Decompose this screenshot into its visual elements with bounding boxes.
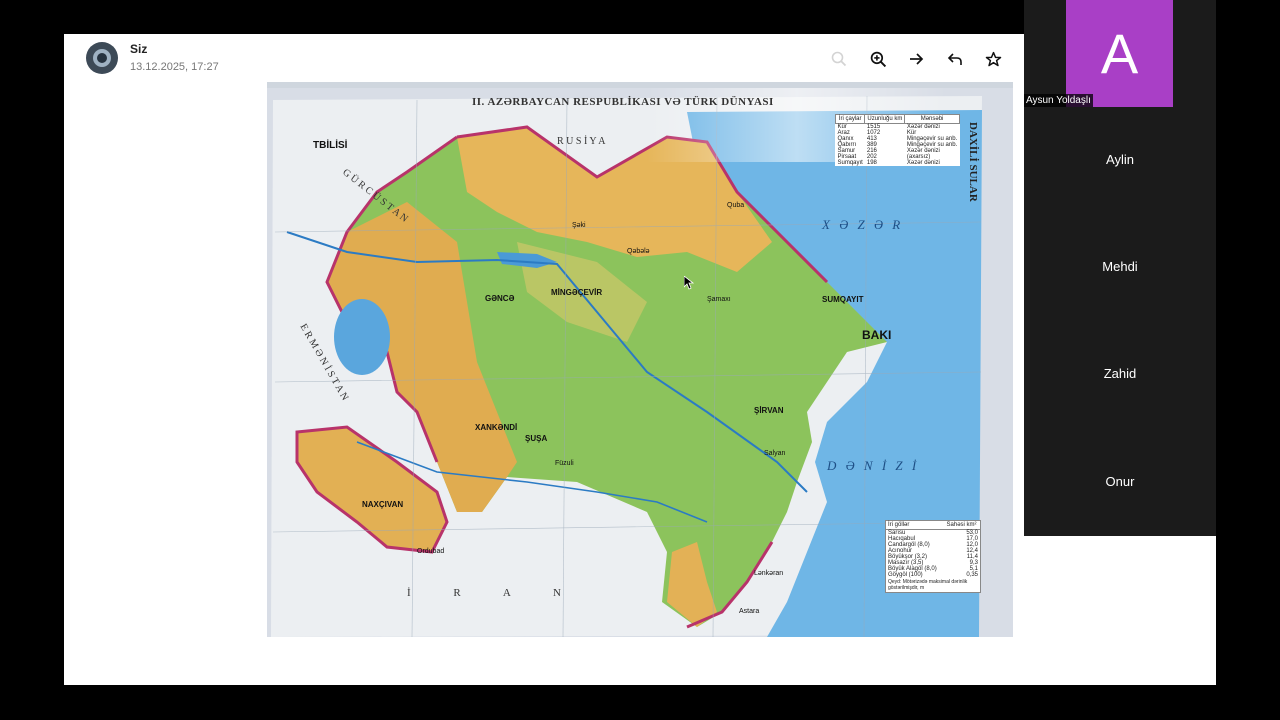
sea-label-caspian-2: D Ə N İ Z İ (827, 458, 920, 473)
participant-name: Aysun Yoldaşlı (1024, 94, 1093, 107)
lakes-table: İri göllər Sahəsi km² Sarısu 53,0 Hacıqab… (885, 520, 981, 593)
zoom-in-icon[interactable] (867, 48, 889, 70)
city-label: Şəki (572, 222, 586, 229)
country-label-iran: İ R A N (407, 587, 561, 599)
rivers-table: İri çaylar Uzunluğu km Mənsəbi Kür 1515 Xə… (834, 114, 960, 166)
participant-tile-active[interactable]: A (1066, 0, 1173, 107)
city-label: TBİLİSİ (313, 140, 348, 151)
city-label: XANKƏNDİ (475, 423, 518, 432)
city-label: Ordubad (417, 548, 445, 555)
participant-initial: A (1100, 22, 1139, 85)
mouse-cursor-icon (684, 276, 694, 290)
country-label-russia: R U S İ Y A (557, 136, 606, 147)
city-label: Qəbələ (627, 248, 650, 255)
lakes-table-header: Sahəsi km² (943, 521, 980, 530)
star-icon[interactable] (982, 48, 1004, 70)
sender-name: Siz (130, 42, 148, 56)
participant-name[interactable]: Zahid (1024, 366, 1216, 381)
rivers-table-header: Mənsəbi (904, 114, 960, 124)
participant-name[interactable]: Aylin (1024, 152, 1216, 167)
city-label: Füzuli (555, 460, 574, 467)
city-label: BAKI (862, 328, 892, 342)
message-timestamp: 13.12.2025, 17:27 (130, 61, 219, 73)
city-label: Lənkəran (754, 570, 784, 577)
forward-icon[interactable] (905, 48, 927, 70)
table-cell: 198 (866, 160, 877, 166)
city-label: SUMQAYIT (822, 295, 864, 304)
city-label: ŞİRVAN (754, 406, 784, 415)
rivers-table-header: İri çaylar (834, 114, 866, 124)
sea-label-caspian: X Ə Z Ə R (822, 217, 904, 232)
map-photo: II. AZƏRBAYCAN RESPUBLİKASI VƏ TÜRK DÜNY… (267, 82, 1013, 637)
city-label: Quba (727, 202, 745, 209)
city-label: NAXÇIVAN (362, 500, 404, 509)
city-label: Astara (739, 608, 760, 615)
reply-icon[interactable] (944, 48, 966, 70)
participant-name[interactable]: Onur (1024, 474, 1216, 489)
table-cell: Xəzər dənizi (906, 160, 940, 166)
city-label: GƏNCƏ (485, 294, 515, 303)
city-label: Salyan (764, 450, 786, 457)
rivers-table-header: Uzunluğu km (864, 114, 906, 124)
map-title: II. AZƏRBAYCAN RESPUBLİKASI VƏ TÜRK DÜNY… (472, 96, 774, 108)
table-cell: Sumqayıt (837, 160, 863, 166)
city-label: Şamaxı (707, 296, 731, 303)
lakes-table-note: Qeyd: Mötərizədə maksimal dərinlik göstə… (888, 579, 968, 591)
map-side-title: DAXİLİ SULAR (967, 122, 979, 202)
city-label: MİNGƏÇEVİR (551, 288, 603, 297)
participant-name[interactable]: Mehdi (1024, 259, 1216, 274)
zoom-out-icon[interactable] (828, 48, 850, 70)
sender-avatar (86, 42, 118, 74)
participants-panel: A Aysun Yoldaşlı Aylin Mehdi Zahid Onur (1024, 0, 1216, 536)
city-label: ŞUŞA (525, 434, 548, 443)
lakes-table-header: İri göllər (886, 521, 944, 530)
